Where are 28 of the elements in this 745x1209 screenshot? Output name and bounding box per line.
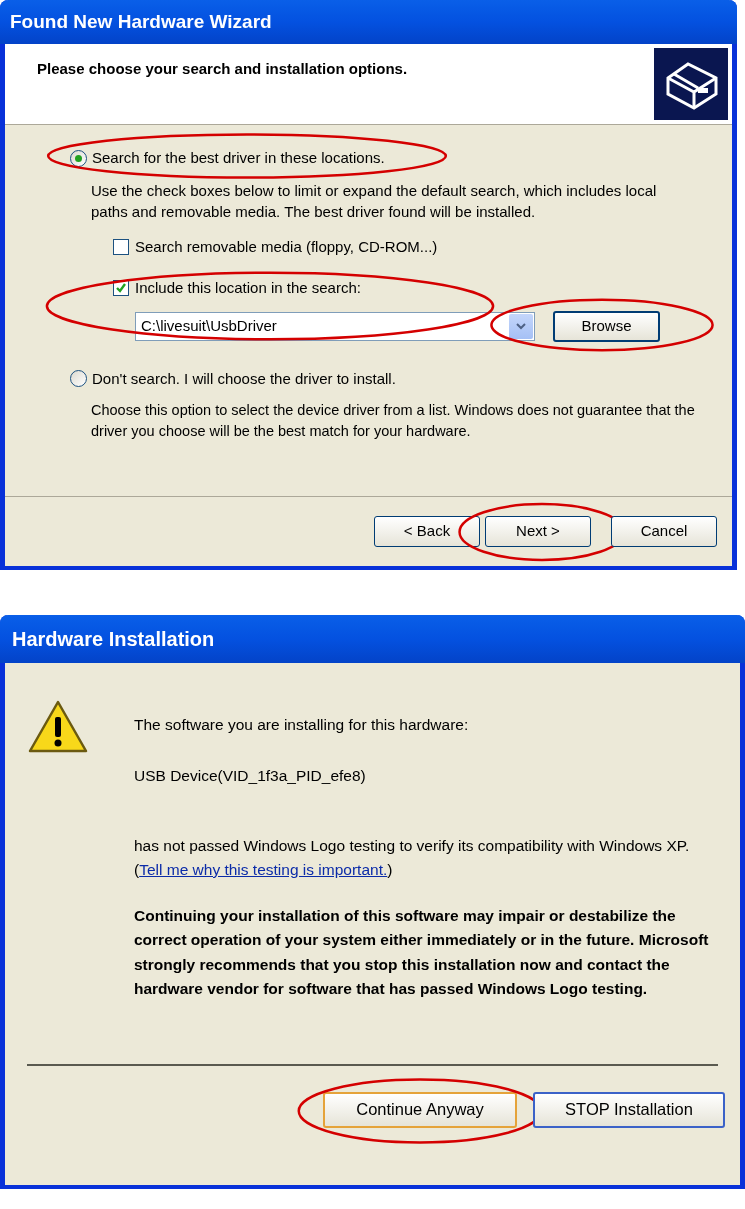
dropdown-button[interactable] (509, 313, 533, 339)
radio-label[interactable]: Don't search. I will choose the driver to install. (92, 367, 396, 390)
checkmark-icon (115, 282, 127, 295)
chevron-down-icon (516, 322, 526, 330)
wizard-button[interactable]: Cancel (611, 516, 717, 547)
window-title: Found New Hardware Wizard (10, 9, 272, 34)
wizard-heading: Please choose your search and installation options. (37, 59, 408, 79)
dialog-button[interactable]: Continue Anyway (323, 1091, 517, 1128)
checkbox-label[interactable]: Include this location in the search: (135, 277, 361, 300)
browse-button[interactable]: Browse (553, 310, 660, 342)
checkbox-label[interactable]: Search removable media (floppy, CD-ROM...) (135, 235, 438, 258)
intro-text: The software you are installing for this hardware: (134, 715, 470, 735)
radio-button[interactable] (70, 370, 87, 388)
warning-icon (27, 699, 89, 755)
device-name: USB Device(VID_1f3a_PID_efe8) (134, 766, 367, 787)
notice-text: has not passed Windows Logo testing to verify its compatibility with Windows XP. (Tell me why this testing is important.) (134, 835, 691, 880)
warning-text: Continuing your installation of this software may impair or destabilize the correct operation of your system either immediately or in the future. Microsoft strongly recommends that you stop this installation now and contact the hardware vendor for software that has passed Windows Logo testing. (134, 905, 710, 999)
hardware-icon (654, 48, 728, 120)
location-combo-box[interactable]: C:\livesuit\UsbDriver (135, 311, 535, 341)
option-description: Use the check boxes below to limit or expand the default search, which includes local paths and removable media. The best driver found will be installed. (91, 180, 658, 222)
checkbox[interactable] (113, 238, 129, 255)
wizard-button[interactable]: Next > (485, 516, 591, 547)
dialog-button[interactable]: STOP Installation (533, 1091, 725, 1128)
radio-button[interactable] (70, 149, 87, 167)
testing-info-link[interactable]: Tell me why this testing is important. (139, 860, 388, 878)
window-title: Hardware Installation (12, 627, 215, 652)
option-description: Choose this option to select the device driver from a list. Windows does not guarantee that the driver you choose will be the best match for your hardware. (91, 401, 696, 441)
wizard-button[interactable]: < Back (374, 516, 480, 547)
